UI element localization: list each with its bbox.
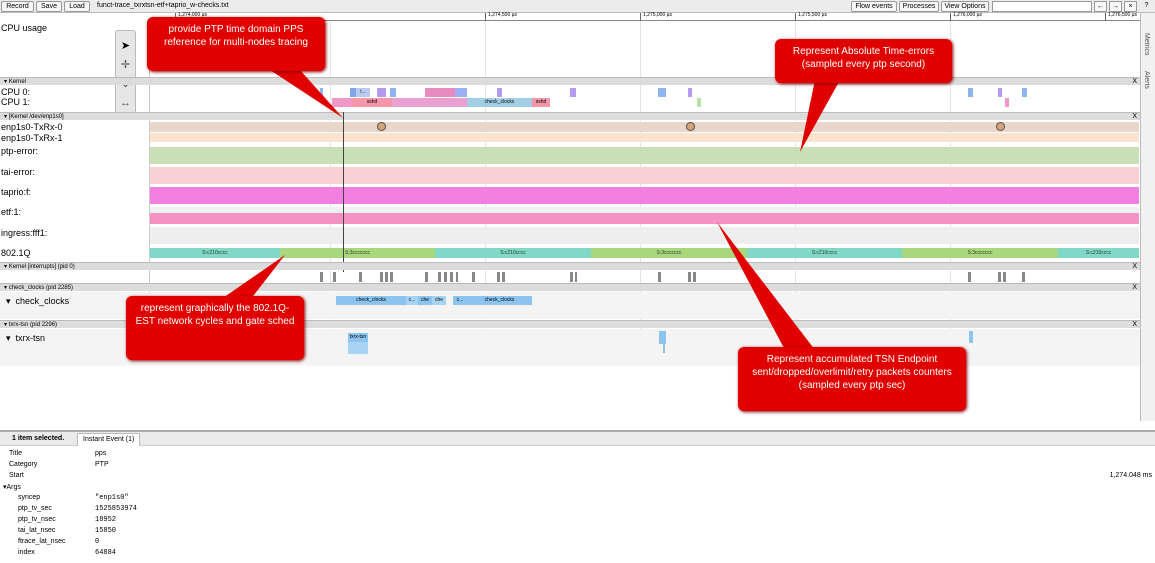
arg-value: 18952 <box>95 516 117 524</box>
selection-summary: 1 item selected. <box>12 435 65 442</box>
args-toggle[interactable]: ▾Args <box>3 483 21 491</box>
row-label-category: Category <box>9 461 38 468</box>
pps-callout-arrow <box>270 70 343 118</box>
arg-label: ftrace_lat_nsec <box>18 538 66 545</box>
row-label-title: Title <box>9 450 22 457</box>
arg-label: ptp_tv_sec <box>18 505 52 512</box>
row-label-start: Start <box>9 472 24 479</box>
arg-label: tai_lat_nsec <box>18 527 56 534</box>
est-callout-arrow <box>220 255 285 300</box>
arg-value: 15850 <box>95 527 117 535</box>
arg-value: 64884 <box>95 549 117 557</box>
arg-label: syncep <box>18 494 41 501</box>
analysis-panel: 1 item selected. Instant Event (1) Title… <box>0 430 1155 563</box>
analysis-tab-bar: 1 item selected. Instant Event (1) <box>0 432 1155 446</box>
row-value-title: pps <box>95 450 107 457</box>
callout-abs-time-errors: Represent Absolute Time-errors (sampled … <box>775 39 952 83</box>
callout-802-1q-est: represent graphically the 802.1Q-EST net… <box>126 296 304 360</box>
row-value-category: PTP <box>95 461 109 468</box>
callout-tsn-counters: Represent accumulated TSN Endpoint sent/… <box>738 347 966 411</box>
arg-label: ptp_tv_nsec <box>18 516 56 523</box>
abs-callout-arrow <box>800 80 840 152</box>
arg-value: "enp1s0" <box>95 494 129 502</box>
row-value-start[interactable]: 1,274.048 ms <box>1110 472 1152 479</box>
tab-instant-event[interactable]: Instant Event (1) <box>77 433 141 446</box>
callout-pps: provide PTP time domain PPS reference fo… <box>147 17 325 71</box>
arg-label: index <box>18 549 35 556</box>
acc-callout-arrow <box>717 222 815 350</box>
arg-value: 1525853974 <box>95 505 138 513</box>
arg-value: 0 <box>95 538 100 546</box>
